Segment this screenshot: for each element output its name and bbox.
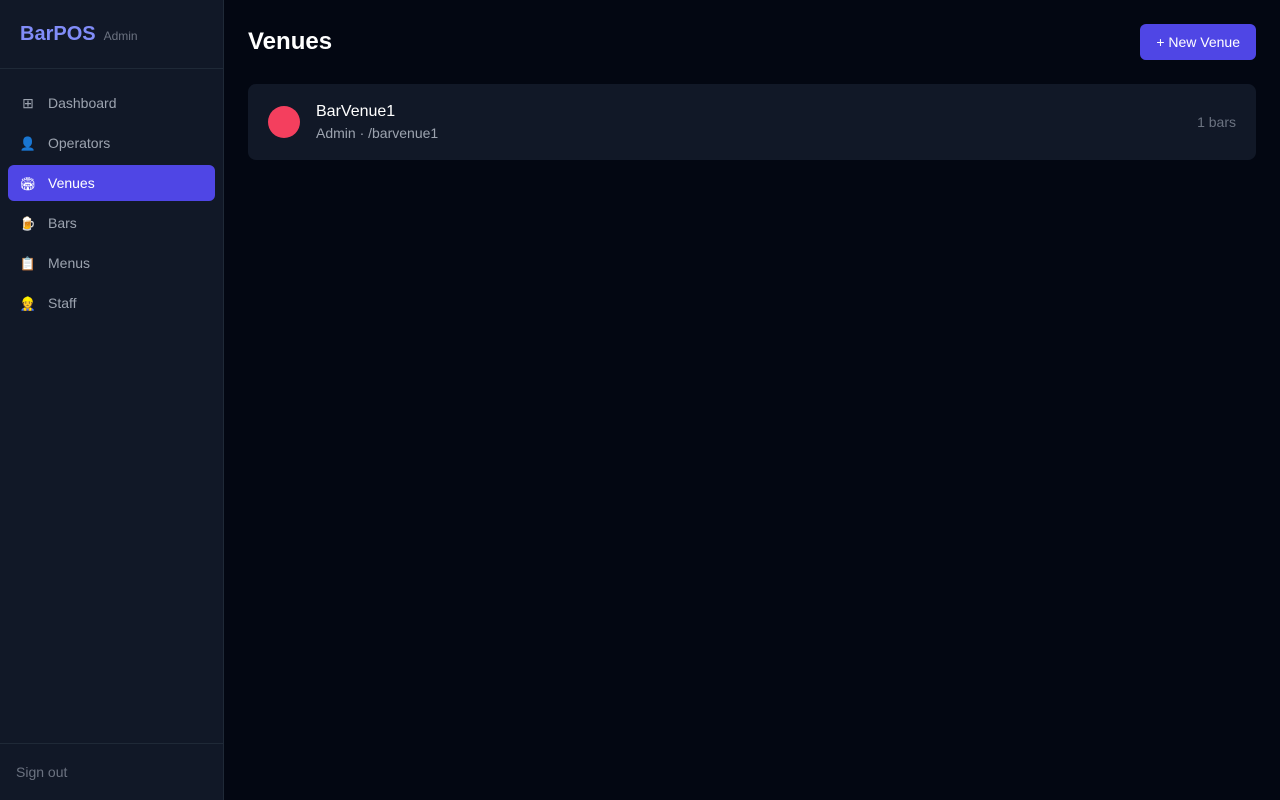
sidebar-item-label: Dashboard bbox=[48, 95, 117, 111]
sidebar-item-label: Venues bbox=[48, 175, 95, 191]
sidebar-footer: Sign out bbox=[0, 743, 223, 800]
venue-info: BarVenue1 Admin · /barvenue1 bbox=[316, 103, 1181, 141]
sidebar-item-venues[interactable]: 🏟 Venues bbox=[8, 165, 215, 201]
sidebar-item-operators[interactable]: 👤 Operators bbox=[8, 125, 215, 161]
sidebar-item-label: Menus bbox=[48, 255, 91, 271]
sidebar-nav: ⊞ Dashboard 👤 Operators 🏟 Venues 🍺 Bars … bbox=[0, 69, 223, 743]
sidebar-item-dashboard[interactable]: ⊞ Dashboard bbox=[8, 85, 215, 121]
venue-bar-count: 1 bars bbox=[1197, 114, 1236, 130]
brand-name[interactable]: BarPOS bbox=[20, 23, 96, 46]
venue-color-dot bbox=[268, 106, 300, 138]
venue-list: BarVenue1 Admin · /barvenue1 1 bars bbox=[248, 84, 1256, 160]
page-header: Venues + New Venue bbox=[248, 24, 1256, 60]
sidebar-item-bars[interactable]: 🍺 Bars bbox=[8, 205, 215, 241]
sidebar-item-staff[interactable]: 👷 Staff bbox=[8, 285, 215, 321]
sidebar: BarPOS Admin ⊞ Dashboard 👤 Operators 🏟 V… bbox=[0, 0, 224, 800]
beer-mug-icon: 🍺 bbox=[19, 215, 37, 231]
sidebar-item-label: Staff bbox=[48, 295, 77, 311]
sign-out-button[interactable]: Sign out bbox=[16, 764, 67, 780]
brand-tag: Admin bbox=[103, 29, 138, 43]
worker-icon: 👷 bbox=[19, 295, 37, 311]
page-title: Venues bbox=[248, 28, 333, 55]
sidebar-item-label: Operators bbox=[48, 135, 111, 151]
clipboard-icon: 📋 bbox=[19, 255, 37, 271]
venue-meta: Admin · /barvenue1 bbox=[316, 125, 439, 141]
sidebar-item-label: Bars bbox=[48, 215, 77, 231]
main-content: Venues + New Venue BarVenue1 Admin · /ba… bbox=[224, 0, 1280, 800]
brand: BarPOS Admin bbox=[0, 0, 223, 69]
stadium-icon: 🏟 bbox=[19, 175, 37, 191]
user-icon: 👤 bbox=[19, 135, 37, 151]
grid-icon: ⊞ bbox=[22, 95, 34, 111]
list-item[interactable]: BarVenue1 Admin · /barvenue1 1 bars bbox=[248, 84, 1256, 160]
sidebar-item-menus[interactable]: 📋 Menus bbox=[8, 245, 215, 281]
venue-name: BarVenue1 bbox=[316, 103, 396, 120]
app-root: BarPOS Admin ⊞ Dashboard 👤 Operators 🏟 V… bbox=[0, 0, 1280, 800]
new-venue-button[interactable]: + New Venue bbox=[1140, 24, 1256, 60]
